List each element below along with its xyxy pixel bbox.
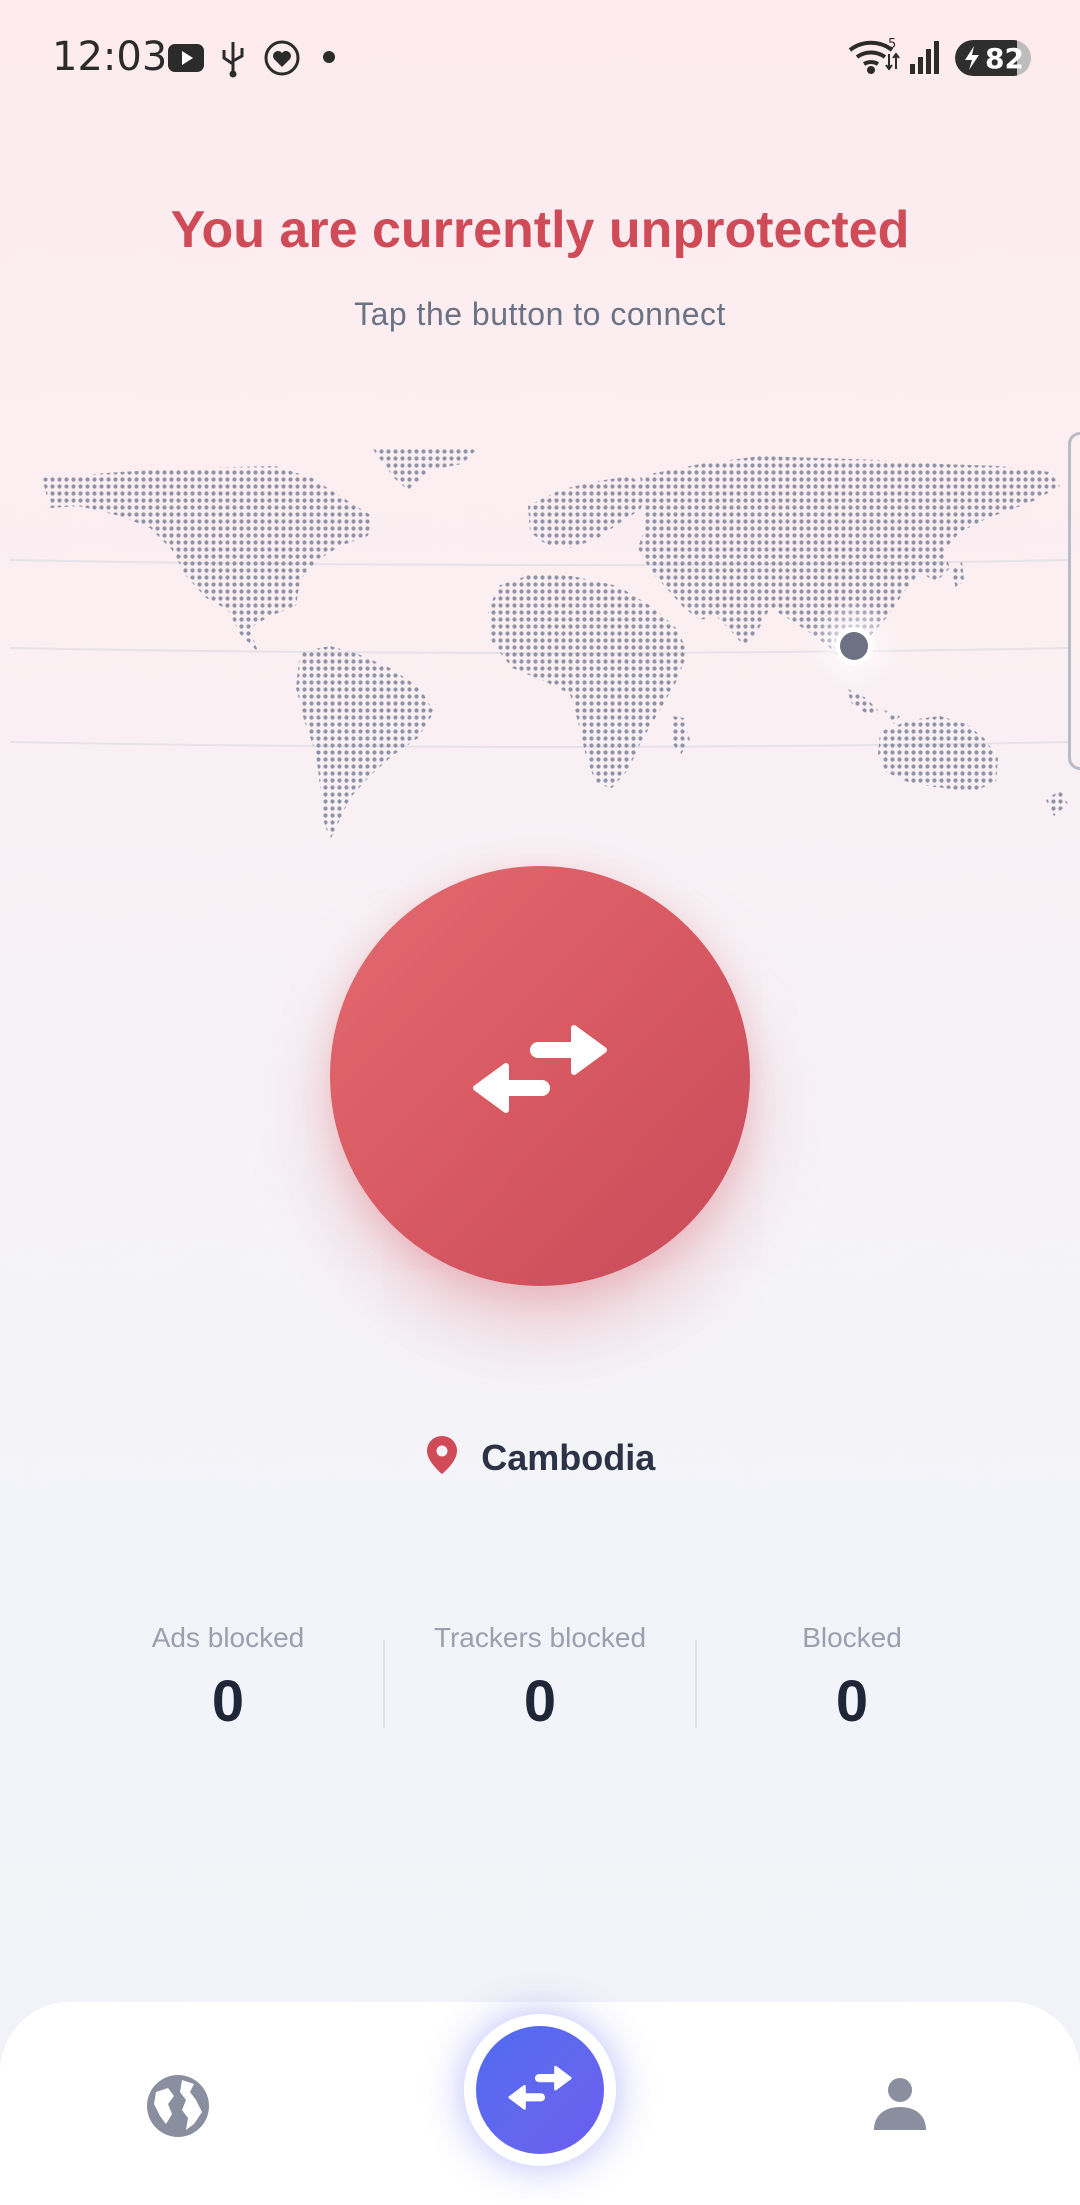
stat-value: 0 [835, 1669, 869, 1734]
charging-bolt-icon [963, 45, 981, 76]
status-bar: 12:03 5 82 [0, 0, 1080, 116]
stat-trackers-blocked: Trackers blocked 0 [384, 1622, 696, 1735]
swap-arrows-icon [508, 2065, 572, 2110]
stat-value: 0 [523, 1669, 557, 1734]
world-map [9, 448, 1071, 840]
dot-icon [322, 50, 336, 69]
youtube-icon [166, 38, 206, 83]
blocking-stats: Ads blocked 0 Trackers blocked 0 Blocked… [0, 1622, 1080, 1742]
stat-ads-blocked: Ads blocked 0 [72, 1622, 384, 1735]
nav-connect-button[interactable] [464, 2014, 616, 2166]
wifi-icon: 5 [848, 36, 900, 81]
stat-label: Blocked [802, 1622, 902, 1653]
heart-rate-icon [262, 38, 302, 83]
usb-icon [218, 38, 248, 83]
protection-status-subtitle: Tap the button to connect [354, 296, 726, 332]
svg-text:5: 5 [888, 37, 896, 52]
location-name: Cambodia [481, 1436, 656, 1478]
selected-location[interactable]: Cambodia [0, 1434, 1080, 1481]
protection-status-title: You are currently unprotected [170, 201, 910, 259]
battery-icon: 82 [955, 40, 1031, 76]
user-icon[interactable] [870, 2074, 930, 2139]
location-dot[interactable] [840, 632, 868, 660]
map-pin-icon [425, 1434, 459, 1481]
swap-arrows-icon [473, 1025, 607, 1113]
status-time: 12:03 [52, 34, 168, 80]
battery-level: 82 [985, 42, 1024, 75]
stat-value: 0 [211, 1669, 245, 1734]
stat-label: Trackers blocked [433, 1622, 647, 1653]
signal-icon [908, 38, 944, 81]
nav-connect-inner [476, 2026, 604, 2154]
globe-icon[interactable] [144, 2072, 212, 2145]
stat-label: Ads blocked [151, 1622, 305, 1653]
side-drawer-handle[interactable] [1068, 432, 1080, 770]
connect-button[interactable] [330, 866, 750, 1286]
stat-blocked: Blocked 0 [696, 1622, 1008, 1735]
continents [42, 448, 1068, 840]
